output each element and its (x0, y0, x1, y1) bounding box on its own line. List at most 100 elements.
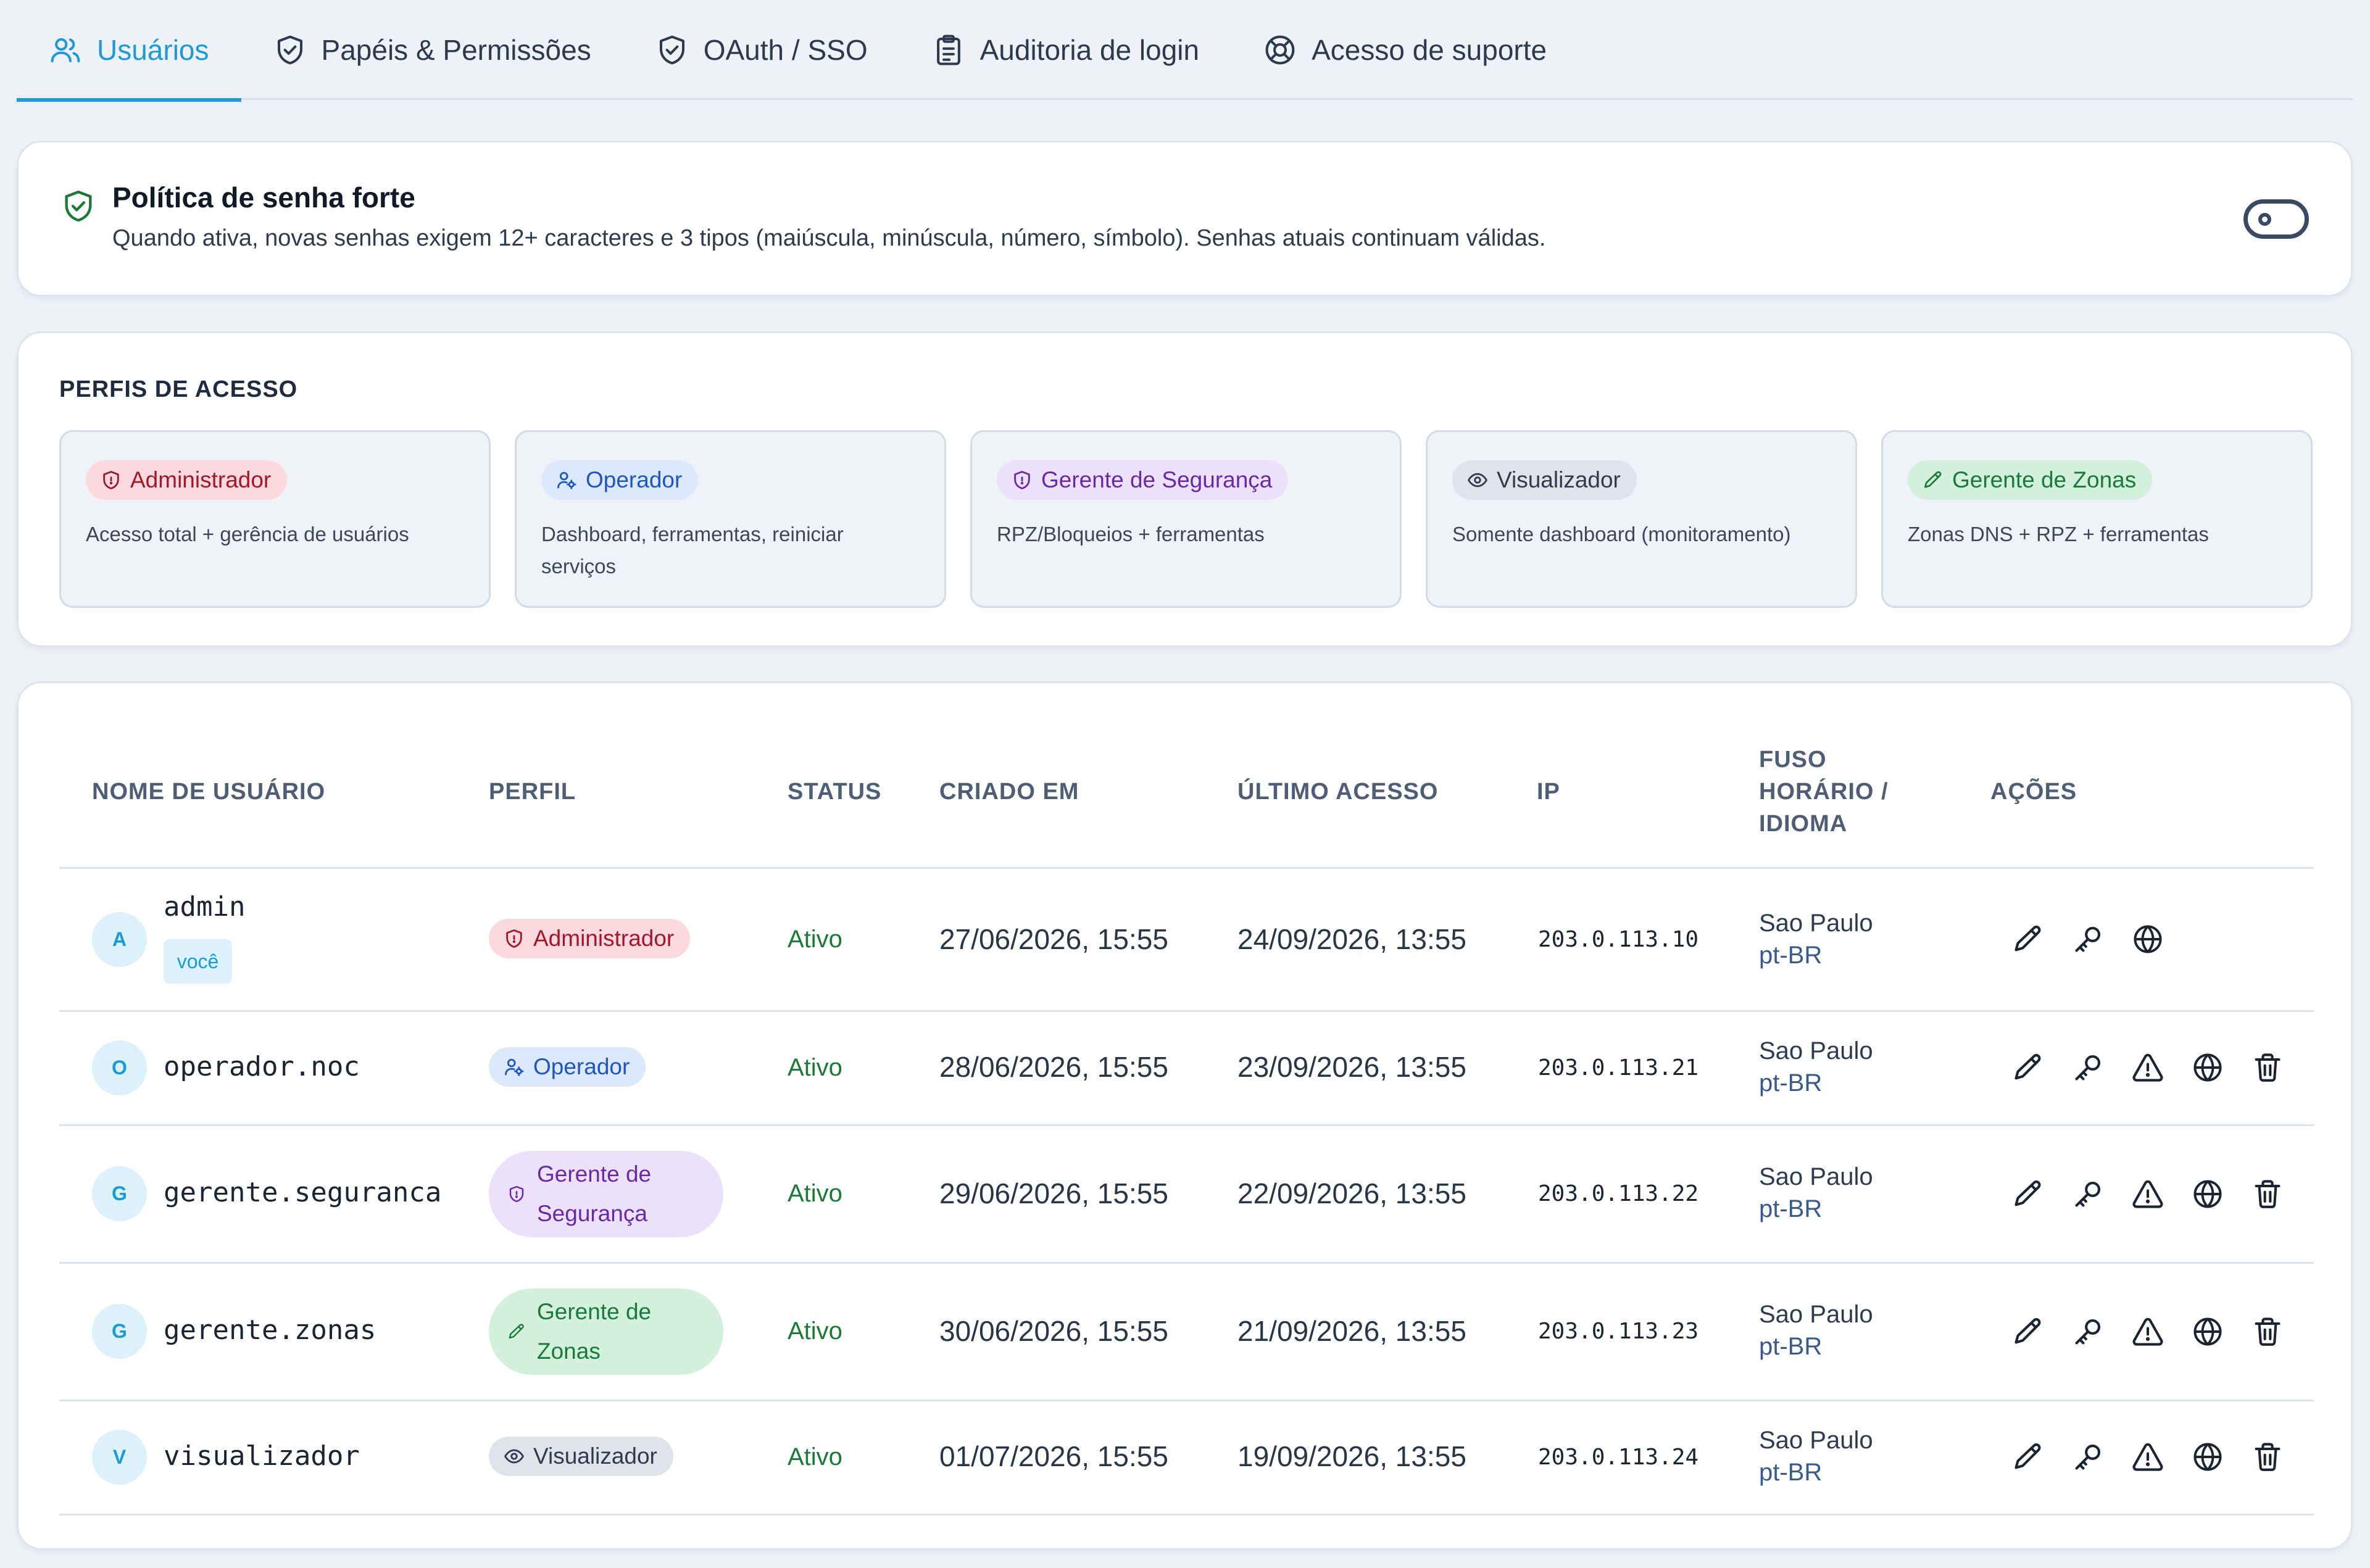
last-access-date: 23/09/2026, 13:55 (1237, 1051, 1466, 1083)
shield-icon (504, 928, 525, 949)
key-icon (2072, 923, 2104, 955)
column-header-ip[interactable]: IP (1537, 776, 1560, 808)
role-badge: Gerente de Zonas (489, 1288, 723, 1375)
warning-button[interactable] (2123, 1049, 2183, 1086)
timezone-cell: Sao Paulo pt-BR (1759, 1424, 1873, 1488)
role-badge-label: Administrador (533, 926, 675, 951)
header-line: HORÁRIO / (1759, 779, 1889, 805)
reset-password-button[interactable] (2063, 1176, 2123, 1213)
key-icon (2072, 1441, 2104, 1473)
created-date: 28/06/2026, 15:55 (939, 1051, 1168, 1083)
pencil-icon (1923, 470, 1944, 491)
status-text: Ativo (788, 1054, 842, 1081)
timezone-language-button[interactable] (2123, 921, 2183, 958)
globe-icon (2132, 923, 2164, 955)
toggle-knob (2258, 213, 2271, 226)
role-badge: Gerente de Segurança (997, 460, 1289, 500)
table-row: G gerente.seguranca Gerente de Segurança … (19, 1126, 2351, 1262)
timezone: Sao Paulo (1759, 1301, 1873, 1328)
warning-button[interactable] (2123, 1176, 2183, 1213)
language: pt-BR (1759, 1333, 1823, 1360)
key-icon (2072, 1052, 2104, 1084)
role-badge: Visualizador (1452, 460, 1637, 500)
table-row: G gerente.zonas Gerente de Zonas Ativo 30… (19, 1264, 2351, 1400)
ip-address: 203.0.113.24 (1538, 1445, 1699, 1470)
username: gerente.seguranca (164, 1177, 442, 1208)
status-text: Ativo (788, 1443, 842, 1471)
column-header-status[interactable]: STATUS (788, 776, 881, 808)
column-header-role[interactable]: PERFIL (489, 776, 576, 808)
role-badge-label: Gerente de Zonas (537, 1292, 651, 1371)
table-row: V visualizador Visualizador Ativo 01/07/… (19, 1401, 2351, 1514)
reset-password-button[interactable] (2063, 921, 2123, 958)
tab-label: Auditoria de login (979, 34, 1200, 66)
edit-button[interactable] (2003, 1176, 2063, 1213)
role-badge: Gerente de Segurança (489, 1151, 723, 1237)
trash-icon (2252, 1441, 2284, 1473)
policy-description: Quando ativa, novas senhas exigem 12+ ca… (112, 225, 1546, 251)
timezone-language-button[interactable] (2183, 1176, 2243, 1213)
delete-button[interactable] (2243, 1438, 2303, 1475)
tab-label: Acesso de suporte (1312, 34, 1547, 66)
header-line: FUSO (1759, 747, 1827, 773)
profile-card-administrador: Administrador Acesso total + gerência de… (59, 430, 491, 608)
reset-password-button[interactable] (2063, 1313, 2123, 1350)
globe-icon (2192, 1052, 2224, 1084)
last-access-date: 21/09/2026, 13:55 (1237, 1315, 1466, 1347)
tab-label: OAuth / SSO (703, 34, 868, 66)
clipboard-icon (932, 33, 965, 67)
trash-icon (2252, 1316, 2284, 1348)
delete-button[interactable] (2243, 1049, 2303, 1086)
key-icon (2072, 1178, 2104, 1210)
tab-papeis-permissoes[interactable]: Papéis & Permissões (241, 0, 623, 100)
users-icon (49, 33, 82, 67)
row-actions (2003, 1313, 2303, 1350)
globe-icon (2192, 1178, 2224, 1210)
tab-oauth-sso[interactable]: OAuth / SSO (623, 0, 900, 100)
user-cog-icon (504, 1056, 525, 1077)
reset-password-button[interactable] (2063, 1438, 2123, 1475)
edit-button[interactable] (2003, 921, 2063, 958)
shield-icon (101, 470, 122, 491)
column-header-last-access[interactable]: ÚLTIMO ACESSO (1237, 776, 1438, 808)
edit-button[interactable] (2003, 1313, 2063, 1350)
shield-check-icon (60, 187, 96, 225)
username: operador.noc (164, 1051, 360, 1082)
policy-toggle[interactable] (2243, 199, 2309, 239)
column-header-timezone[interactable]: FUSO HORÁRIO / IDIOMA (1759, 744, 1889, 840)
delete-button[interactable] (2243, 1176, 2303, 1213)
role-badge-label: Visualizador (1497, 467, 1621, 492)
language: pt-BR (1759, 942, 1823, 969)
warning-button[interactable] (2123, 1313, 2183, 1350)
role-badge-label: Gerente de Zonas (1952, 467, 2137, 492)
edit-button[interactable] (2003, 1438, 2063, 1475)
column-header-created[interactable]: CRIADO EM (939, 776, 1079, 808)
tab-label: Usuários (97, 34, 209, 66)
role-badge: Operador (541, 460, 699, 500)
row-actions (2003, 921, 2183, 958)
role-badge-label: Gerente de Segurança (1041, 467, 1273, 492)
tab-acesso-suporte[interactable]: Acesso de suporte (1231, 0, 1579, 100)
timezone-language-button[interactable] (2183, 1313, 2243, 1350)
tab-usuarios[interactable]: Usuários (17, 0, 241, 102)
delete-button[interactable] (2243, 1313, 2303, 1350)
timezone-language-button[interactable] (2183, 1438, 2243, 1475)
reset-password-button[interactable] (2063, 1049, 2123, 1086)
role-badge: Gerente de Zonas (1908, 460, 2153, 500)
language: pt-BR (1759, 1195, 1823, 1222)
edit-button[interactable] (2003, 1049, 2063, 1086)
timezone-cell: Sao Paulo pt-BR (1759, 1035, 1873, 1099)
pencil-icon (2012, 1316, 2044, 1348)
timezone-language-button[interactable] (2183, 1049, 2243, 1086)
last-access-date: 22/09/2026, 13:55 (1237, 1177, 1466, 1209)
pencil-icon (507, 1322, 526, 1341)
warning-button[interactable] (2123, 1438, 2183, 1475)
tab-auditoria-login[interactable]: Auditoria de login (900, 0, 1231, 100)
column-header-username[interactable]: NOME DE USUÁRIO (92, 776, 325, 808)
role-badge-label: Visualizador (533, 1443, 657, 1469)
status-text: Ativo (788, 1317, 842, 1345)
eye-icon (504, 1446, 525, 1467)
role-badge: Visualizador (489, 1437, 673, 1476)
shield-icon (1012, 470, 1033, 491)
globe-icon (2192, 1316, 2224, 1348)
